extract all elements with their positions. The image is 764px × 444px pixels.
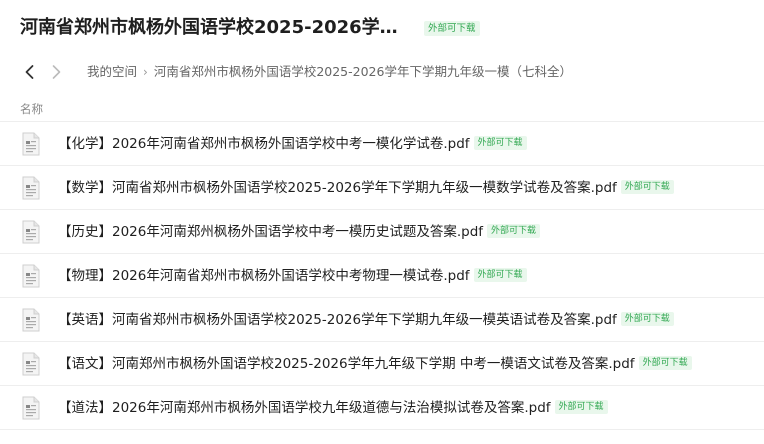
- external-download-badge: 外部可下载: [638, 356, 692, 370]
- pdf-file-icon: [22, 176, 40, 200]
- file-name[interactable]: 【数学】河南省郑州市枫杨外国语学校2025-2026学年下学期九年级一模数学试卷…: [58, 179, 674, 197]
- file-name[interactable]: 【化学】2026年河南省郑州市枫杨外国语学校中考一模化学试卷.pdf 外部可下载: [58, 135, 527, 153]
- file-name[interactable]: 【物理】2026年河南省郑州市枫杨外国语学校中考物理一模试卷.pdf 外部可下载: [58, 267, 527, 285]
- page-header: 河南省郑州市枫杨外国语学校2025-2026学年下学期九年级一模（七科全） 外部…: [0, 0, 764, 56]
- file-name-text: 【数学】河南省郑州市枫杨外国语学校2025-2026学年下学期九年级一模数学试卷…: [58, 180, 617, 196]
- chevron-left-icon: [25, 65, 34, 79]
- pdf-file-icon: [22, 132, 40, 156]
- external-download-badge: 外部可下载: [620, 312, 674, 326]
- breadcrumb-my-space[interactable]: 我的空间: [87, 64, 137, 79]
- file-name[interactable]: 【英语】河南省郑州市枫杨外国语学校2025-2026学年下学期九年级一模英语试卷…: [58, 311, 674, 329]
- file-row[interactable]: 【历史】2026年河南郑州枫杨外国语学校中考一模历史试题及答案.pdf 外部可下载: [0, 210, 764, 254]
- external-download-badge: 外部可下载: [424, 21, 480, 36]
- breadcrumb-current-folder[interactable]: 河南省郑州市枫杨外国语学校2025-2026学年下学期九年级一模（七科全）: [154, 64, 572, 79]
- external-download-badge: 外部可下载: [620, 180, 674, 194]
- file-name-text: 【化学】2026年河南省郑州市枫杨外国语学校中考一模化学试卷.pdf: [58, 136, 470, 152]
- breadcrumb: 我的空间 › 河南省郑州市枫杨外国语学校2025-2026学年下学期九年级一模（七科…: [87, 62, 572, 82]
- navigation-bar: 我的空间 › 河南省郑州市枫杨外国语学校2025-2026学年下学期九年级一模（七科…: [0, 58, 764, 86]
- file-name-text: 【道法】2026年河南郑州市枫杨外国语学校九年级道德与法治模拟试卷及答案.pdf: [58, 400, 551, 416]
- external-download-badge: 外部可下载: [473, 268, 527, 282]
- file-name-text: 【物理】2026年河南省郑州市枫杨外国语学校中考物理一模试卷.pdf: [58, 268, 470, 284]
- breadcrumb-separator-icon: ›: [143, 65, 148, 79]
- external-download-badge: 外部可下载: [487, 224, 541, 238]
- column-header-name[interactable]: 名称: [20, 101, 43, 117]
- external-download-badge: 外部可下载: [554, 400, 608, 414]
- back-button[interactable]: [20, 62, 40, 82]
- pdf-file-icon: [22, 220, 40, 244]
- file-name[interactable]: 【历史】2026年河南郑州枫杨外国语学校中考一模历史试题及答案.pdf 外部可下载: [58, 223, 541, 241]
- file-row[interactable]: 【物理】2026年河南省郑州市枫杨外国语学校中考物理一模试卷.pdf 外部可下载: [0, 254, 764, 298]
- pdf-file-icon: [22, 396, 40, 420]
- forward-button[interactable]: [46, 62, 66, 82]
- file-row[interactable]: 【道法】2026年河南郑州市枫杨外国语学校九年级道德与法治模拟试卷及答案.pdf…: [0, 386, 764, 430]
- file-row[interactable]: 【数学】河南省郑州市枫杨外国语学校2025-2026学年下学期九年级一模数学试卷…: [0, 166, 764, 210]
- file-name-text: 【英语】河南省郑州市枫杨外国语学校2025-2026学年下学期九年级一模英语试卷…: [58, 312, 617, 328]
- pdf-file-icon: [22, 264, 40, 288]
- external-download-badge: 外部可下载: [473, 136, 527, 150]
- file-name[interactable]: 【语文】河南郑州市枫杨外国语学校2025-2026学年九年级下学期 中考一模语文…: [58, 355, 692, 373]
- file-name-text: 【历史】2026年河南郑州枫杨外国语学校中考一模历史试题及答案.pdf: [58, 224, 484, 240]
- file-name-text: 【语文】河南郑州市枫杨外国语学校2025-2026学年九年级下学期 中考一模语文…: [58, 356, 635, 372]
- file-row[interactable]: 【语文】河南郑州市枫杨外国语学校2025-2026学年九年级下学期 中考一模语文…: [0, 342, 764, 386]
- pdf-file-icon: [22, 308, 40, 332]
- chevron-right-icon: [52, 65, 61, 79]
- page-title: 河南省郑州市枫杨外国语学校2025-2026学年下学期九年级一模（七科全）: [20, 17, 412, 38]
- file-row[interactable]: 【化学】2026年河南省郑州市枫杨外国语学校中考一模化学试卷.pdf 外部可下载: [0, 122, 764, 166]
- file-row[interactable]: 【英语】河南省郑州市枫杨外国语学校2025-2026学年下学期九年级一模英语试卷…: [0, 298, 764, 342]
- file-list: 【化学】2026年河南省郑州市枫杨外国语学校中考一模化学试卷.pdf 外部可下载【…: [0, 122, 764, 430]
- file-name[interactable]: 【道法】2026年河南郑州市枫杨外国语学校九年级道德与法治模拟试卷及答案.pdf…: [58, 399, 608, 417]
- pdf-file-icon: [22, 352, 40, 376]
